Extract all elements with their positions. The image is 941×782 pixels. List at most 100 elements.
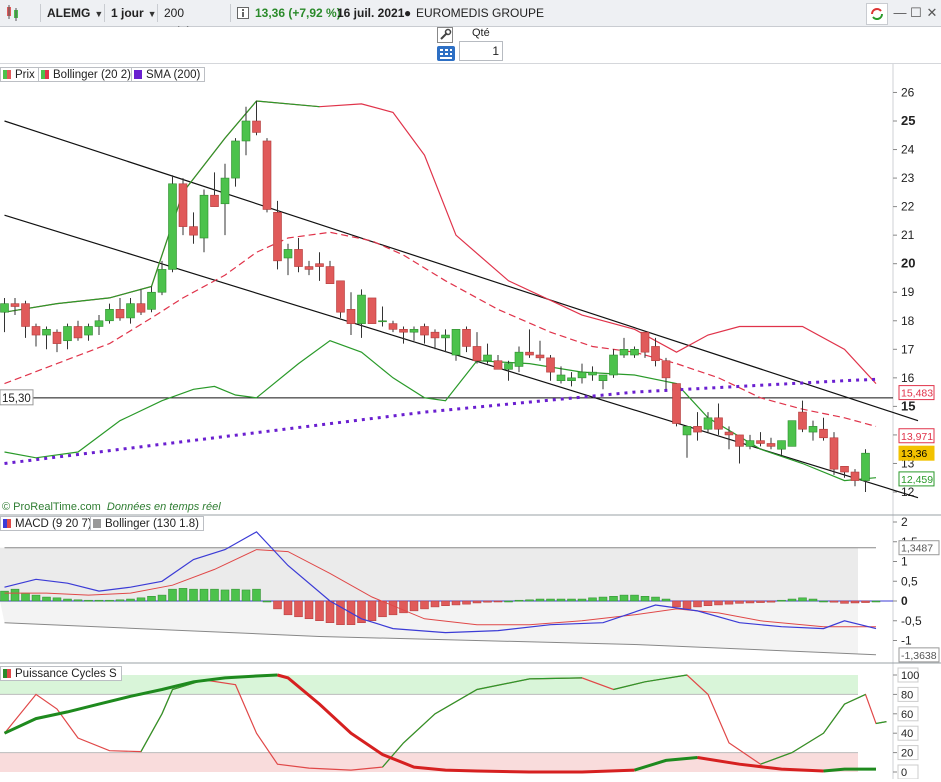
cycle-tick-label: 60 (901, 709, 913, 721)
price-candle (178, 183, 188, 227)
macd-histogram-bar (745, 600, 755, 604)
macd-histogram-bar (420, 600, 429, 610)
macd-tick-label: 1 (901, 555, 908, 569)
price-candle (546, 357, 555, 373)
price-tick-label: 20 (901, 256, 915, 271)
legend-sma[interactable]: SMA (200) (131, 67, 206, 82)
macd-histogram-bar (304, 600, 314, 620)
macd-histogram-bar (136, 597, 146, 602)
legend-bollinger[interactable]: Bollinger (20 2) (38, 67, 136, 82)
cycle-band (0, 675, 858, 695)
wrench-icon[interactable] (437, 27, 455, 43)
macd-histogram-bar (430, 600, 440, 608)
units-dropdown[interactable]: 200 unités▼ (157, 4, 232, 38)
price-candle (220, 177, 230, 205)
macd-histogram-bar (661, 598, 671, 602)
source-brand: © ProRealTime.com (2, 501, 101, 513)
price-candle (126, 303, 135, 319)
macd-histogram-bar (231, 588, 240, 602)
macd-histogram-bar (577, 598, 587, 602)
price-axis-badge-label: 15,483 (901, 388, 933, 400)
price-candle (63, 326, 72, 342)
macd-histogram-bar (451, 600, 461, 606)
macd-swatch (3, 519, 11, 528)
price-candle (462, 329, 471, 347)
keypad-icon[interactable] (437, 46, 455, 64)
order-bar: Qté 1 (0, 27, 941, 64)
macd-histogram-bar (241, 589, 251, 602)
minimize-icon[interactable]: — (892, 4, 908, 22)
price-candle (651, 346, 660, 362)
price-candle (441, 334, 450, 339)
maximize-icon[interactable]: ☐ (908, 4, 924, 22)
refresh-icon[interactable] (866, 3, 888, 25)
price-candle (304, 266, 314, 270)
price-candle (672, 383, 681, 424)
macd-histogram-bar (525, 599, 534, 602)
price-tick-label: 15 (901, 398, 915, 413)
macd-histogram-bar (10, 588, 20, 602)
price-candle (819, 428, 828, 439)
cycle-tick-label: 100 (901, 670, 919, 682)
source-note: Données en temps réel (106, 501, 221, 513)
macd-histogram-bar (703, 600, 713, 606)
price-candle (283, 249, 293, 259)
price-tick-label: 26 (901, 85, 915, 99)
macd-histogram-bar (588, 597, 597, 602)
price-candle (504, 363, 513, 370)
macd-histogram-bar (42, 596, 51, 602)
price-candle (199, 194, 209, 239)
macd-histogram-bar (619, 594, 629, 602)
price-candle (115, 309, 125, 319)
price-change: 13,36 (+7,92 %) (255, 6, 341, 20)
close-icon[interactable]: ✕ (924, 4, 940, 22)
legend-cycles-label: Puissance Cycles S (15, 668, 117, 680)
symbol-dropdown[interactable]: ALEMG ▼ (40, 4, 103, 22)
price-candle (808, 426, 818, 433)
price-candle (661, 360, 671, 379)
price-candle (241, 120, 251, 142)
legend-macd-bollinger-label: Bollinger (130 1.8) (105, 518, 199, 530)
macd-bollinger-swatch (93, 519, 101, 528)
macd-histogram-bar (787, 598, 797, 602)
info-icon[interactable] (230, 4, 253, 22)
macd-histogram-bar (682, 600, 692, 610)
price-candle (210, 194, 219, 207)
qty-input[interactable]: 1 (459, 41, 503, 61)
price-candle (798, 411, 807, 430)
macd-tick-label: -1 (901, 634, 912, 648)
legend-price[interactable]: Prix (0, 67, 40, 82)
candles-icon[interactable] (4, 5, 20, 23)
macd-histogram-bar (178, 588, 188, 602)
price-candle (409, 329, 419, 333)
macd-histogram-bar (651, 596, 660, 602)
price-axis-badge-label: 12,459 (901, 474, 933, 486)
price-candle (357, 294, 366, 324)
legend-macd-bollinger[interactable]: Bollinger (130 1.8) (90, 516, 204, 531)
macd-histogram-bar (672, 600, 681, 608)
price-candle (693, 426, 702, 433)
price-candle (105, 309, 114, 322)
legend-macd[interactable]: MACD (9 20 7) (0, 516, 97, 531)
price-candle (84, 326, 93, 336)
price-candle (598, 374, 608, 382)
macd-histogram-bar (294, 600, 303, 618)
price-candle (840, 466, 849, 473)
timeframe-dropdown[interactable]: 1 jour ▼ (104, 4, 159, 22)
macd-histogram-bar (546, 598, 555, 602)
price-tick-label: 25 (901, 113, 915, 128)
price-tick-label: 22 (901, 200, 915, 214)
macd-histogram-bar (31, 594, 41, 602)
legend-macd-label: MACD (9 20 7) (15, 518, 92, 530)
macd-histogram-bar (840, 600, 849, 604)
macd-histogram-bar (252, 588, 261, 602)
macd-histogram-bar (483, 600, 492, 603)
chart-area: 26252423222120191817161514131215,3015,48… (0, 64, 941, 782)
price-candle (451, 329, 461, 356)
sma-swatch (134, 70, 142, 79)
price-candle (609, 354, 618, 376)
macd-histogram-bar (735, 600, 744, 604)
legend-cycles[interactable]: Puissance Cycles S (0, 666, 122, 681)
price-candle (73, 326, 83, 339)
macd-histogram-bar (756, 600, 765, 603)
